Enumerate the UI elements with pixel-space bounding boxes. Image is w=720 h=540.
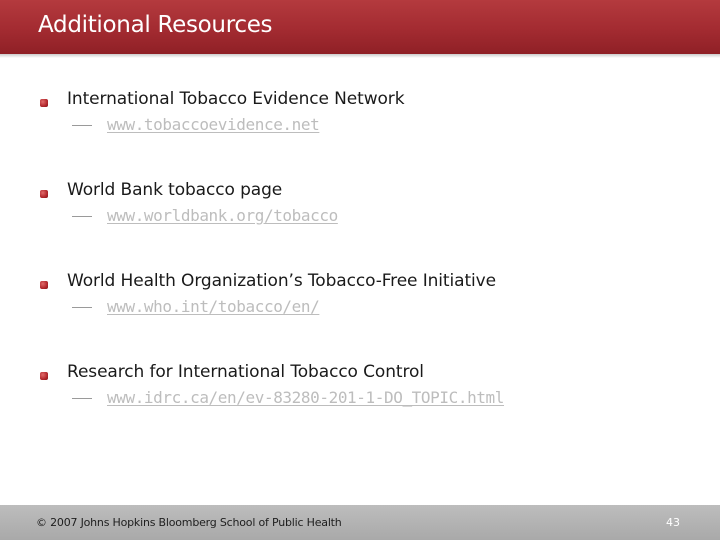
page-number: 43 (666, 516, 680, 529)
list-item: Research for International Tobacco Contr… (0, 362, 720, 436)
resource-list: International Tobacco Evidence Network w… (0, 0, 720, 500)
dash-icon (72, 307, 92, 308)
bullet-icon (40, 190, 48, 198)
resource-name: World Health Organization’s Tobacco-Free… (67, 271, 496, 291)
bullet-icon (40, 372, 48, 380)
resource-name: World Bank tobacco page (67, 180, 283, 200)
dash-icon (72, 398, 92, 399)
footer-copyright: © 2007 Johns Hopkins Bloomberg School of… (36, 516, 342, 529)
resource-name: Research for International Tobacco Contr… (67, 362, 424, 382)
resource-link[interactable]: www.worldbank.org/tobacco (107, 206, 338, 225)
resource-link[interactable]: www.tobaccoevidence.net (107, 115, 320, 134)
list-item: World Bank tobacco page www.worldbank.or… (0, 180, 720, 254)
resource-name: International Tobacco Evidence Network (67, 89, 405, 109)
bullet-icon (40, 281, 48, 289)
resource-link[interactable]: www.who.int/tobacco/en/ (107, 297, 320, 316)
list-item: World Health Organization’s Tobacco-Free… (0, 271, 720, 345)
dash-icon (72, 216, 92, 217)
resource-link[interactable]: www.idrc.ca/en/ev-83280-201-1-DO_TOPIC.h… (107, 388, 504, 407)
bullet-icon (40, 99, 48, 107)
slide: Additional Resources International Tobac… (0, 0, 720, 540)
list-item: International Tobacco Evidence Network w… (0, 89, 720, 163)
footer-bar: © 2007 Johns Hopkins Bloomberg School of… (0, 505, 720, 540)
dash-icon (72, 125, 92, 126)
